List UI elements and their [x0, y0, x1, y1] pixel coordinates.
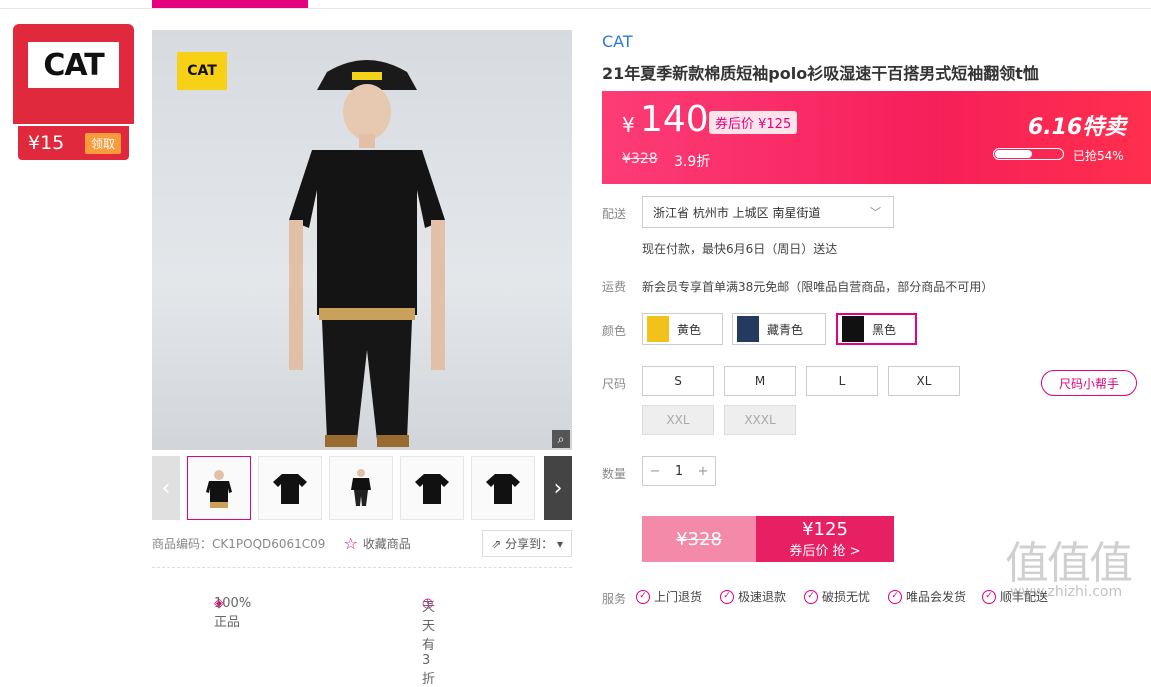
buy-button[interactable]: ¥328 ¥125 券后价 抢 > [642, 516, 894, 562]
service-label: 服务 [602, 592, 627, 606]
currency-symbol: ¥ [622, 113, 635, 137]
sold-progress-fill [995, 150, 1033, 158]
watermark-url: www.zhizhi.com [1010, 584, 1123, 600]
check-circle-icon: ✓ [982, 589, 996, 604]
plus-button[interactable]: + [691, 464, 715, 479]
buy-action[interactable]: ¥125 券后价 抢 > [756, 516, 894, 562]
product-title: 21年夏季新款棉质短袖polo衫吸湿速干百搭男式短袖翻领t恤 [602, 64, 1039, 83]
quantity-value[interactable]: 1 [667, 464, 691, 479]
coupon-price-bar: ¥15 领取 [18, 126, 129, 160]
quantity-stepper[interactable]: − 1 + [642, 456, 716, 486]
quantity-label: 数量 [602, 467, 627, 481]
favorite-button[interactable]: ☆ 收藏商品 [343, 534, 410, 553]
address-selector[interactable]: 浙江省 杭州市 上城区 南星街道 ﹀ [642, 196, 894, 228]
current-price: 140 [640, 99, 709, 140]
thumbnail-image [273, 474, 307, 504]
star-icon: ☆ [343, 533, 358, 553]
chevron-right-icon[interactable]: › [544, 456, 572, 520]
chevron-left-icon[interactable]: ‹ [152, 456, 180, 520]
share-button[interactable]: ⇗ 分享到： ▾ [482, 529, 572, 557]
service-item-label: 唯品会发货 [906, 590, 967, 604]
claim-coupon-button[interactable]: 领取 [84, 132, 121, 154]
thumbnail-image [415, 474, 449, 504]
size-option[interactable]: S [642, 366, 714, 396]
delivery-label: 配送 [602, 207, 627, 221]
check-circle-icon: ✓ [804, 589, 818, 604]
color-option[interactable]: 黄色 [642, 313, 723, 345]
share-icon: ⇗ [491, 536, 506, 551]
thumbnail[interactable] [471, 456, 535, 520]
sold-percentage: 已抢54% [1073, 149, 1124, 163]
thumbnail[interactable] [400, 456, 464, 520]
buy-action-label: 券后价 抢 > [789, 544, 861, 559]
size-option: XXL [642, 405, 714, 435]
color-option-label: 黄色 [677, 322, 702, 337]
sold-progress-bar [993, 148, 1064, 160]
chevron-down-icon: ﹀ [870, 206, 881, 219]
thumbnail[interactable] [187, 456, 251, 520]
color-option-label: 藏青色 [767, 322, 804, 337]
address-text: 浙江省 杭州市 上城区 南星街道 [653, 205, 821, 220]
watermark-logo: 值值值 [1005, 538, 1133, 589]
check-circle-icon: ✓ [720, 589, 734, 604]
divider [152, 567, 572, 568]
coupon-price-tag: 券后价 ¥125 [709, 111, 798, 134]
top-nav-bar [0, 0, 1151, 9]
thumbnail-image [351, 469, 371, 506]
service-item: ✓ 上门退货 [636, 588, 702, 605]
color-label: 颜色 [602, 324, 627, 338]
discount-text: 3.9折 [674, 154, 711, 170]
delivery-eta: 现在付款，最快6月6日（周日）送达 [642, 242, 838, 256]
color-swatch [737, 316, 759, 342]
service-item-label: 上门退货 [654, 590, 703, 604]
product-meta-row: 商品编码：CK1POQD6061C09 ☆ 收藏商品 ⇗ 分享到： ▾ [152, 529, 572, 557]
thumbnail[interactable] [258, 456, 322, 520]
service-item-label: 极速退款 [738, 590, 787, 604]
color-option-label: 黑色 [872, 322, 897, 337]
shipping-label: 运费 [602, 280, 627, 294]
size-helper-button[interactable]: 尺码小帮手 [1041, 370, 1137, 396]
color-swatch [647, 316, 669, 342]
color-swatch [842, 316, 864, 342]
thumbnail-image [486, 474, 520, 504]
size-label: 尺码 [602, 377, 627, 391]
thumbnail[interactable] [329, 456, 393, 520]
buy-original-price: ¥328 [642, 516, 756, 562]
shipping-text: 新会员专享首单满38元免邮（限唯品自营商品，部分商品不可用） [642, 280, 994, 294]
price-banner: ¥ 140 券后价 ¥125 ¥328 3.9折 6.16特卖 已抢54% [602, 91, 1151, 184]
size-option[interactable]: XL [888, 366, 960, 396]
model-photo [289, 60, 445, 447]
original-price: ¥328 [622, 151, 658, 167]
service-item: ✓ 唯品会发货 [888, 588, 966, 605]
check-circle-icon: ✓ [888, 589, 902, 604]
color-option[interactable]: 藏青色 [732, 313, 826, 345]
sale-event-label: 6.16特卖 [1028, 115, 1127, 140]
service-item: ✓ 破损无忧 [804, 588, 870, 605]
main-product-image[interactable]: CAT ⌕ [152, 30, 572, 450]
sku-text: 商品编码：CK1POQD6061C09 [152, 536, 326, 551]
active-nav-indicator [152, 0, 308, 8]
thumbnail-strip: ‹ › [152, 456, 572, 520]
thumbnail-image [206, 470, 232, 508]
service-item-label: 破损无忧 [822, 590, 871, 604]
cat-logo: CAT [28, 42, 119, 88]
buy-price: ¥125 [802, 519, 848, 540]
size-option[interactable]: L [806, 366, 878, 396]
coupon-amount: ¥15 [28, 132, 65, 154]
check-circle-icon: ✓ [636, 589, 650, 604]
magnifier-icon[interactable]: ⌕ [552, 430, 570, 448]
service-item: ✓ 极速退款 [720, 588, 786, 605]
cat-brand-badge: CAT [177, 52, 227, 90]
brand-coupon[interactable]: CAT ¥15 领取 [13, 24, 134, 161]
minus-button[interactable]: − [643, 464, 667, 479]
size-option[interactable]: M [724, 366, 796, 396]
size-option: XXXL [724, 405, 796, 435]
guarantee-row: ◈ 100%正品 ◷ 天天有3折 [214, 596, 436, 687]
color-option[interactable]: 黑色 [836, 313, 917, 345]
brand-link[interactable]: CAT [602, 32, 633, 51]
